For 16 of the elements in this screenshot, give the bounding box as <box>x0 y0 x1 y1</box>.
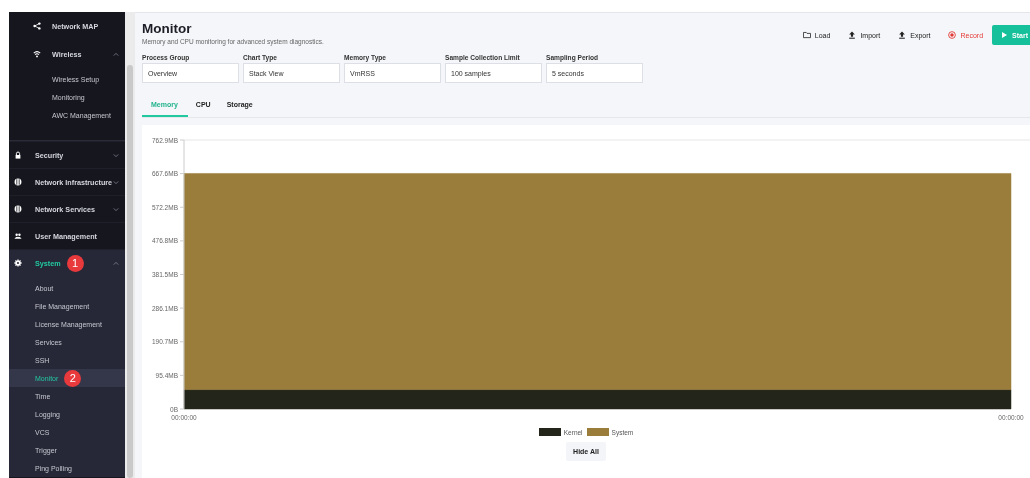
step-badge: 2 <box>64 369 82 387</box>
scrollbar[interactable] <box>125 12 135 478</box>
page-title: Monitor <box>142 21 193 36</box>
upload-icon <box>848 31 857 39</box>
play-icon <box>1000 31 1009 39</box>
step-badge: 1 <box>66 254 84 272</box>
globe-icon <box>14 178 22 186</box>
lock-icon <box>14 151 22 159</box>
upload-icon <box>898 31 907 39</box>
share-icon <box>33 22 41 30</box>
globe-icon <box>14 205 22 213</box>
folder-icon <box>802 31 811 39</box>
wifi-icon <box>33 50 41 58</box>
gear-icon <box>14 259 22 267</box>
record-icon <box>948 31 957 39</box>
users-icon <box>14 232 22 240</box>
